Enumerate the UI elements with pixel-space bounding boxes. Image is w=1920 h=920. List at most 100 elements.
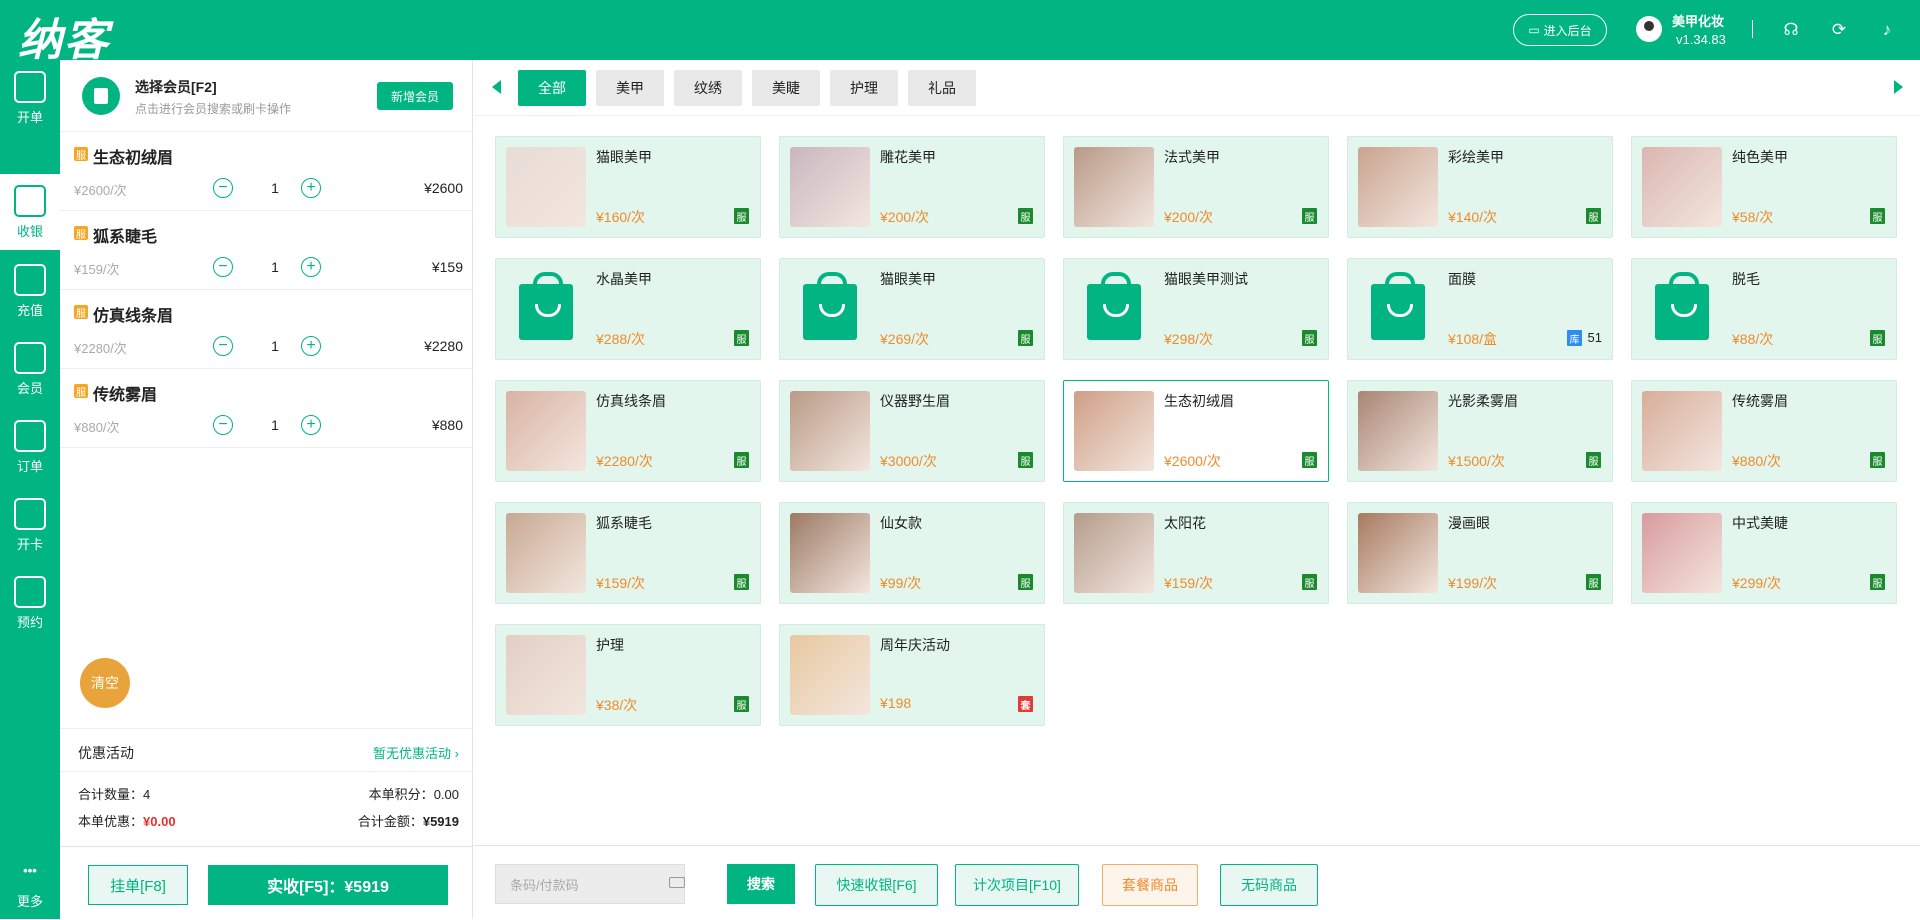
- sidebar-item-6[interactable]: 预约: [0, 565, 60, 641]
- minus-icon[interactable]: −: [213, 178, 233, 198]
- avatar[interactable]: [1636, 16, 1662, 42]
- product-card[interactable]: 仪器野生眉 ¥3000/次 服: [779, 380, 1045, 482]
- headset-icon[interactable]: ☊: [1780, 19, 1802, 41]
- sidebar-item-2[interactable]: 充值: [0, 253, 60, 329]
- plus-icon[interactable]: +: [301, 336, 321, 356]
- promotion-value[interactable]: 暂无优惠活动 ›: [373, 743, 459, 762]
- pay-button[interactable]: 实收[F5]：¥5919: [208, 865, 448, 905]
- monitor-icon: ▭: [1528, 23, 1540, 37]
- product-type-badge: 服: [1018, 574, 1033, 590]
- product-price: ¥200/次: [1164, 209, 1214, 225]
- bell-icon[interactable]: ♪: [1876, 19, 1898, 41]
- sidebar-item-0[interactable]: 开单: [0, 60, 60, 136]
- product-name: 中式美睫: [1732, 515, 1788, 531]
- product-name: 纯色美甲: [1732, 149, 1788, 165]
- product-card[interactable]: 彩绘美甲 ¥140/次 服: [1347, 136, 1613, 238]
- tab-1[interactable]: 美甲: [596, 70, 664, 106]
- member-select-title: 选择会员[F2]: [135, 79, 217, 95]
- product-type-badge: 服: [734, 452, 749, 468]
- product-price: ¥99/次: [880, 575, 922, 591]
- clear-cart-button[interactable]: 清空: [80, 658, 130, 708]
- product-image: [506, 147, 586, 227]
- tab-0[interactable]: 全部: [518, 70, 586, 106]
- member-card-icon: [82, 77, 120, 115]
- product-card[interactable]: 法式美甲 ¥200/次 服: [1063, 136, 1329, 238]
- product-area: 全部 美甲 纹绣 美睫 护理 礼品 猫眼美甲 ¥160/次服雕花美甲 ¥200/次服法式美甲 ¥…: [474, 60, 1920, 919]
- keyboard-icon[interactable]: [669, 877, 685, 888]
- product-card[interactable]: 太阳花 ¥159/次 服: [1063, 502, 1329, 604]
- product-card[interactable]: 猫眼美甲 ¥269/次 服: [779, 258, 1045, 360]
- cart-item[interactable]: 服仿真线条眉 ¥2280/次 − 1 + ¥2280: [60, 290, 473, 369]
- product-name: 猫眼美甲测试: [1164, 271, 1248, 287]
- plus-icon[interactable]: +: [301, 178, 321, 198]
- action-button-0[interactable]: 快速收银[F6]: [815, 864, 938, 906]
- cart-item[interactable]: 服生态初绒眉 ¥2600/次 − 1 + ¥2600: [60, 132, 473, 211]
- tab-2[interactable]: 纹绣: [674, 70, 742, 106]
- tab-5[interactable]: 礼品: [908, 70, 976, 106]
- product-card[interactable]: 周年庆活动 ¥198 套: [779, 624, 1045, 726]
- product-name: 面膜: [1448, 271, 1476, 287]
- product-card[interactable]: 仙女款 ¥99/次 服: [779, 502, 1045, 604]
- product-type-badge: 服: [1018, 208, 1033, 224]
- sidebar-item-7[interactable]: ••• 更多: [0, 844, 60, 920]
- product-price: ¥198: [880, 695, 912, 711]
- edit-icon: [14, 70, 46, 103]
- product-card[interactable]: 雕花美甲 ¥200/次 服: [779, 136, 1045, 238]
- minus-icon[interactable]: −: [213, 415, 233, 435]
- cart-item-unit-price: ¥2280/次: [74, 341, 127, 356]
- sidebar-item-5[interactable]: 开卡: [0, 487, 60, 563]
- product-card[interactable]: 脱毛 ¥88/次 服: [1631, 258, 1897, 360]
- member-selector[interactable]: 选择会员[F2] 点击进行会员搜索或刷卡操作 新增会员: [60, 60, 473, 132]
- hold-order-button[interactable]: 挂单[F8]: [88, 865, 188, 905]
- product-card[interactable]: 水晶美甲 ¥288/次 服: [495, 258, 761, 360]
- product-card[interactable]: 生态初绒眉 ¥2600/次 服: [1063, 380, 1329, 482]
- refresh-icon[interactable]: ⟳: [1828, 19, 1850, 41]
- tabs-next-icon[interactable]: [1894, 80, 1903, 94]
- cart-item-qty[interactable]: 1: [260, 338, 290, 354]
- product-name: 水晶美甲: [596, 271, 652, 287]
- product-card[interactable]: 面膜 ¥108/盒 库 51: [1347, 258, 1613, 360]
- cart-item-name: 狐系睫毛: [93, 229, 158, 246]
- cart-item-total: ¥2280: [424, 338, 463, 354]
- tab-4[interactable]: 护理: [830, 70, 898, 106]
- product-type-badge: 服: [1302, 208, 1317, 224]
- cart-item[interactable]: 服狐系睫毛 ¥159/次 − 1 + ¥159: [60, 211, 473, 290]
- search-button[interactable]: 搜索: [727, 864, 795, 904]
- new-member-button[interactable]: 新增会员: [377, 82, 453, 110]
- action-button-1[interactable]: 计次项目[F10]: [955, 864, 1079, 906]
- action-button-3[interactable]: 无码商品: [1220, 864, 1318, 906]
- product-card[interactable]: 狐系睫毛 ¥159/次 服: [495, 502, 761, 604]
- plus-icon[interactable]: +: [301, 257, 321, 277]
- product-name: 雕花美甲: [880, 149, 936, 165]
- plus-icon[interactable]: +: [301, 415, 321, 435]
- product-card[interactable]: 猫眼美甲测试 ¥298/次 服: [1063, 258, 1329, 360]
- cart-item-qty[interactable]: 1: [260, 180, 290, 196]
- product-card[interactable]: 光影柔雾眉 ¥1500/次 服: [1347, 380, 1613, 482]
- product-card[interactable]: 护理 ¥38/次 服: [495, 624, 761, 726]
- sidebar-item-3[interactable]: 会员: [0, 331, 60, 407]
- minus-icon[interactable]: −: [213, 257, 233, 277]
- product-card[interactable]: 仿真线条眉 ¥2280/次 服: [495, 380, 761, 482]
- cart-item-qty[interactable]: 1: [260, 259, 290, 275]
- product-type-badge: 服: [1870, 574, 1885, 590]
- barcode-input[interactable]: 条码/付款码: [495, 864, 685, 904]
- top-bar: 纳客 ▭ 进入后台 美甲化妆 v1.34.83 ☊ ⟳ ♪: [0, 0, 1920, 66]
- tabs-prev-icon[interactable]: [492, 80, 501, 94]
- sidebar-item-4[interactable]: 订单: [0, 409, 60, 485]
- product-card[interactable]: 纯色美甲 ¥58/次 服: [1631, 136, 1897, 238]
- enter-backend-button[interactable]: ▭ 进入后台: [1513, 14, 1607, 46]
- product-price: ¥1500/次: [1448, 453, 1505, 469]
- cart-item[interactable]: 服传统雾眉 ¥880/次 − 1 + ¥880: [60, 369, 473, 448]
- tab-3[interactable]: 美睫: [752, 70, 820, 106]
- product-card[interactable]: 漫画眼 ¥199/次 服: [1347, 502, 1613, 604]
- product-price: ¥38/次: [596, 697, 638, 713]
- promotion-row[interactable]: 优惠活动 暂无优惠活动 ›: [60, 728, 473, 772]
- product-card[interactable]: 中式美睫 ¥299/次 服: [1631, 502, 1897, 604]
- sidebar-item-1[interactable]: 收银: [0, 174, 60, 250]
- product-card[interactable]: 传统雾眉 ¥880/次 服: [1631, 380, 1897, 482]
- cart-item-qty[interactable]: 1: [260, 417, 290, 433]
- product-card[interactable]: 猫眼美甲 ¥160/次 服: [495, 136, 761, 238]
- action-button-2[interactable]: 套餐商品: [1102, 864, 1198, 906]
- product-price: ¥269/次: [880, 331, 930, 347]
- minus-icon[interactable]: −: [213, 336, 233, 356]
